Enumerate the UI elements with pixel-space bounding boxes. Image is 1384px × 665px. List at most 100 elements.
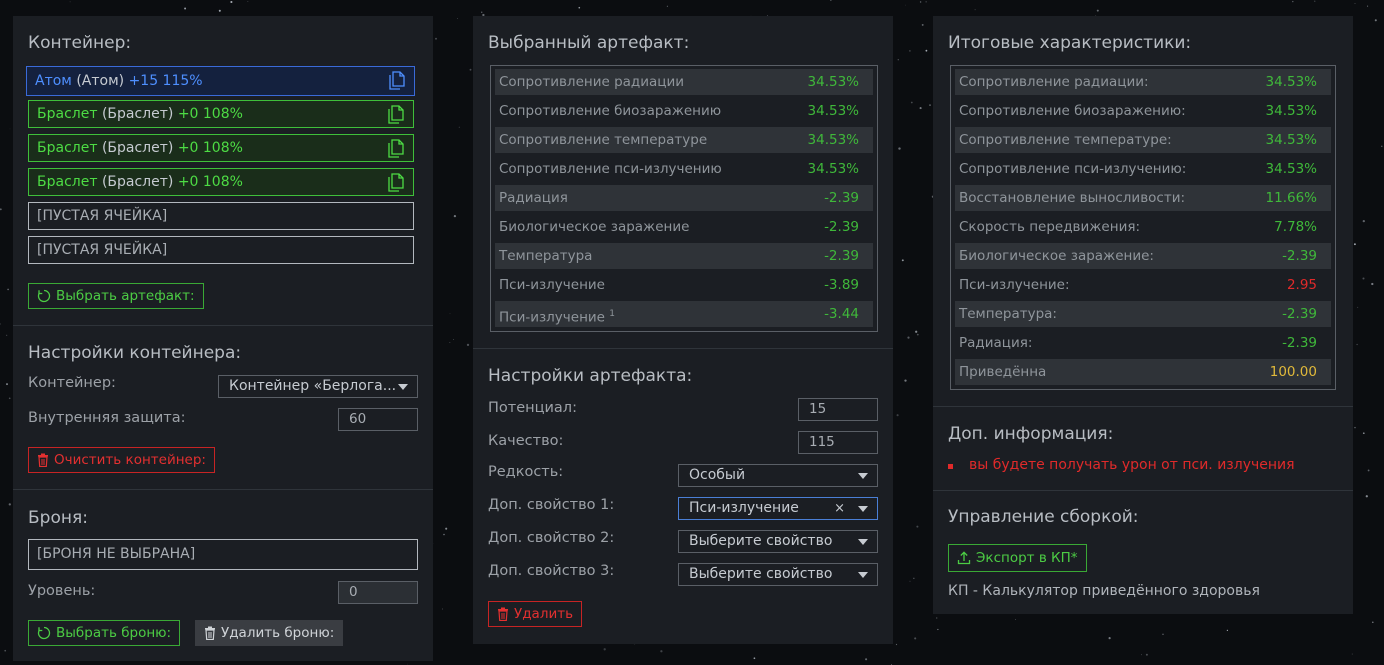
select-armor-label: Выбрать броню: <box>56 625 172 641</box>
stat-value: 7.78% <box>1274 219 1317 235</box>
container-slot[interactable]: Браслет (Браслет) +0 108% <box>28 168 414 196</box>
stat-row: Биологическое заражение: -2.39 <box>955 243 1331 269</box>
stat-value: -3.89 <box>824 277 859 293</box>
stat-row: Пси-излучение: 2.95 <box>955 272 1331 298</box>
container-select[interactable]: Контейнер «Берлога... <box>218 375 418 398</box>
chevron-down-icon <box>858 506 868 512</box>
container-slot[interactable]: Атом (Атом) +15 115% <box>26 66 415 96</box>
inner-protection-input[interactable]: 60 <box>338 408 418 431</box>
inner-protection-label: Внутренняя защита: <box>28 410 186 426</box>
rarity-select[interactable]: Особый <box>678 464 878 487</box>
delete-armor-button[interactable]: Удалить броню: <box>195 620 344 646</box>
stat-key: Сопротивление биозаражению: <box>959 98 1186 124</box>
stat-key-text: Биологическое заражение: <box>959 248 1154 264</box>
extra3-label: Доп. свойство 3: <box>488 563 615 579</box>
build-title: Управление сборкой: <box>948 507 1139 527</box>
export-label: Экспорт в КП* <box>976 550 1078 566</box>
rarity-select-value: Особый <box>689 467 746 483</box>
export-button[interactable]: Экспорт в КП* <box>948 544 1087 572</box>
footnote: КП - Калькулятор приведённого здоровья <box>948 583 1260 599</box>
potential-input[interactable]: 15 <box>798 398 878 421</box>
stat-key: Радиация: <box>959 330 1032 356</box>
slot-empty-label: [ПУСТАЯ ЯЧЕЙКА] <box>37 242 168 258</box>
container-slot[interactable]: Браслет (Браслет) +0 108% <box>28 100 414 128</box>
stat-value: 34.53% <box>1265 74 1317 90</box>
stat-row: Сопротивление пси-излучению 34.53% <box>495 156 873 182</box>
slot-item-type: (Атом) <box>76 73 125 89</box>
total-stats-table: Сопротивление радиации: 34.53% Сопротивлен… <box>950 65 1336 390</box>
select-artifact-label: Выбрать артефакт: <box>56 288 195 304</box>
stat-key: Сопротивление биозаражению <box>499 98 721 124</box>
copy-icon[interactable] <box>387 139 405 158</box>
clear-container-button[interactable]: Очистить контейнер: <box>28 447 215 473</box>
stat-value: -2.39 <box>1282 248 1317 264</box>
divider <box>473 348 893 349</box>
stat-key-text: Сопротивление температуре <box>499 132 708 148</box>
stat-key: Пси-излучение 1 <box>499 301 615 331</box>
stat-value: 2.95 <box>1286 277 1317 293</box>
level-label: Уровень: <box>28 583 96 599</box>
stat-value: -2.39 <box>824 219 859 235</box>
stat-key-text: Сопротивление биозаражению: <box>959 103 1186 119</box>
chevron-down-icon <box>858 473 868 479</box>
select-artifact-button[interactable]: Выбрать артефакт: <box>28 283 204 309</box>
container-panel: Контейнер: Атом (Атом) +15 115% Браслет (… <box>13 16 433 661</box>
quality-input[interactable]: 115 <box>798 431 878 454</box>
rarity-label: Редкость: <box>488 464 564 480</box>
stat-key: Пси-излучение: <box>959 272 1070 298</box>
container-slot[interactable]: Браслет (Браслет) +0 108% <box>28 134 414 162</box>
stat-key: Биологическое заражение: <box>959 243 1154 269</box>
delete-artifact-button[interactable]: Удалить <box>488 601 583 627</box>
trash-icon <box>38 453 48 467</box>
armor-field[interactable]: [БРОНЯ НЕ ВЫБРАНА] <box>28 539 418 570</box>
stat-value: 34.53% <box>1265 161 1317 177</box>
stat-key: Биологическое заражение <box>499 214 689 240</box>
container-slot[interactable]: [ПУСТАЯ ЯЧЕЙКА] <box>28 236 414 264</box>
stat-row: Сопротивление температуре 34.53% <box>495 127 873 153</box>
extra2-select[interactable]: Выберите свойство <box>678 530 878 553</box>
info-title: Доп. информация: <box>948 424 1114 444</box>
stat-value: 34.53% <box>1265 132 1317 148</box>
total-panel: Итоговые характеристики: Сопротивление р… <box>933 16 1353 614</box>
chevron-down-icon <box>858 539 868 545</box>
slot-item-stats: +0 108% <box>177 174 243 190</box>
slot-item-name: Атом <box>35 73 72 89</box>
delete-armor-label: Удалить броню: <box>221 625 335 641</box>
artifact-settings-title: Настройки артефакта: <box>488 366 693 386</box>
container-slot[interactable]: [ПУСТАЯ ЯЧЕЙКА] <box>28 202 414 230</box>
stat-row: Восстановление выносливости: 11.66% <box>955 185 1331 211</box>
container-settings-title: Настройки контейнера: <box>28 343 242 363</box>
copy-icon[interactable] <box>387 105 405 124</box>
stat-key-text: Сопротивление биозаражению <box>499 103 722 119</box>
quality-label: Качество: <box>488 433 564 449</box>
stat-key-text: Сопротивление пси-излучению <box>499 161 722 177</box>
info-warning: вы будете получать урон от пси. излучени… <box>948 457 1295 473</box>
select-armor-button[interactable]: Выбрать броню: <box>28 620 181 646</box>
clear-container-label: Очистить контейнер: <box>54 452 206 468</box>
slot-item-type: (Браслет) <box>101 140 174 156</box>
copy-icon[interactable] <box>387 173 405 192</box>
stat-key: Сопротивление пси-излучению <box>499 156 722 182</box>
extra3-select-value: Выберите свойство <box>689 566 833 582</box>
stat-key: Радиация <box>499 185 568 211</box>
armor-title: Броня: <box>28 508 88 528</box>
extra1-select[interactable]: Пси-излучение × <box>678 497 878 520</box>
extra2-select-value: Выберите свойство <box>689 533 833 549</box>
stat-key-text: Скорость передвижения: <box>959 219 1141 235</box>
stat-key-text: Сопротивление пси-излучению: <box>959 161 1187 177</box>
level-input[interactable]: 0 <box>338 581 418 604</box>
artifact-title: Выбранный артефакт: <box>488 33 690 53</box>
clear-icon[interactable]: × <box>834 498 845 519</box>
stat-row: Сопротивление биозаражению 34.53% <box>495 98 873 124</box>
slot-item-stats: +15 115% <box>128 73 203 89</box>
extra3-select[interactable]: Выберите свойство <box>678 563 878 586</box>
slot-item-name: Браслет <box>37 174 98 190</box>
stat-row: Пси-излучение -3.89 <box>495 272 873 298</box>
stat-row: Скорость передвижения: 7.78% <box>955 214 1331 240</box>
copy-icon[interactable] <box>388 71 406 90</box>
slot-item-name: Браслет <box>37 140 98 156</box>
slot-item-type: (Браслет) <box>101 174 174 190</box>
stat-key-text: Температура <box>499 248 593 264</box>
stat-key: Сопротивление температуре: <box>959 127 1172 153</box>
stat-key-text: Приведённа <box>959 364 1047 380</box>
